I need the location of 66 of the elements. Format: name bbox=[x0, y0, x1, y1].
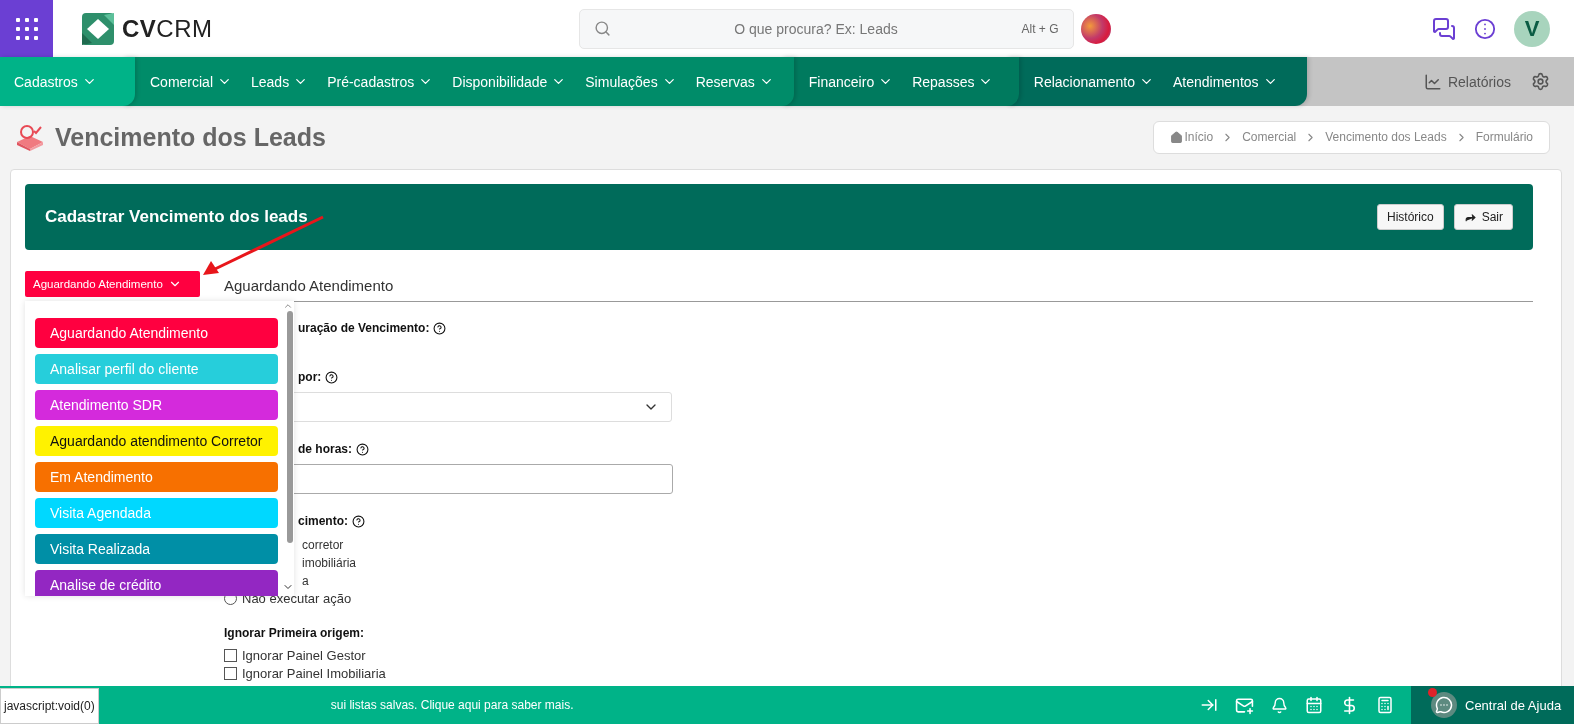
collapse-icon[interactable] bbox=[1200, 696, 1218, 714]
url-tooltip: javascript:void(0) bbox=[0, 688, 99, 724]
settings-icon[interactable] bbox=[1531, 72, 1550, 91]
status-option[interactable]: Visita Realizada bbox=[35, 534, 278, 564]
mail-icon[interactable] bbox=[1235, 695, 1254, 715]
status-option[interactable]: Atendimento SDR bbox=[35, 390, 278, 420]
field-label: por: bbox=[298, 370, 322, 384]
field-label: uração de Vencimento: bbox=[298, 321, 430, 335]
chart-icon bbox=[1423, 72, 1442, 91]
page-title: Vencimento dos Leads bbox=[55, 122, 326, 152]
calendar-icon[interactable] bbox=[1305, 696, 1323, 714]
breadcrumb-link[interactable]: Início bbox=[1169, 130, 1214, 144]
nav-item[interactable]: Relacionamento bbox=[1033, 73, 1154, 90]
option-label: a bbox=[302, 573, 310, 590]
nav-item[interactable]: Leads bbox=[251, 73, 309, 90]
checkbox-option[interactable]: Ignorar Painel Gestor bbox=[224, 647, 366, 663]
search-field[interactable]: O que procura? Ex: Leads Alt + G bbox=[578, 8, 1074, 49]
nav-item[interactable]: Simulações bbox=[585, 73, 677, 90]
scroll-up-icon[interactable] bbox=[283, 301, 293, 311]
history-button[interactable]: Histórico bbox=[1376, 204, 1444, 230]
logo-icon bbox=[82, 12, 114, 45]
nav-item[interactable]: Cadastros bbox=[14, 73, 97, 90]
nav-item[interactable]: Atendimentos bbox=[1172, 73, 1278, 90]
chat-icon[interactable] bbox=[1432, 16, 1456, 41]
logo-text: CVCRM bbox=[122, 14, 213, 43]
breadcrumb-link[interactable]: Comercial bbox=[1242, 130, 1297, 144]
breadcrumb-link[interactable]: Formulário bbox=[1475, 130, 1533, 144]
chat-bubble-icon bbox=[1431, 692, 1457, 718]
home-icon bbox=[1169, 130, 1183, 144]
field-label: cimento: bbox=[298, 514, 348, 528]
nav-item[interactable]: Reservas bbox=[695, 73, 774, 90]
shortcut-hint: Alt + G bbox=[1021, 21, 1059, 36]
status-option[interactable]: Analise de crédito bbox=[35, 570, 278, 596]
status-dropdown[interactable]: Aguardando Atendimento bbox=[25, 271, 200, 297]
calculator-icon[interactable] bbox=[1376, 696, 1394, 714]
field-label: Ignorar Primeira origem: bbox=[224, 626, 365, 640]
page-icon bbox=[15, 122, 45, 152]
option-label: corretor bbox=[302, 537, 345, 554]
search-input[interactable]: O que procura? Ex: Leads bbox=[610, 19, 1022, 38]
status-message[interactable]: sui listas salvas. Clique aqui para saber mais. bbox=[330, 698, 574, 712]
help-center-button[interactable]: Central de Ajuda bbox=[1411, 686, 1574, 724]
section-title: Aguardando Atendimento bbox=[224, 271, 1533, 302]
field-label: de horas: bbox=[298, 442, 352, 456]
gradient-orb-icon[interactable] bbox=[1080, 13, 1111, 44]
breadcrumb-link[interactable]: Vencimento dos Leads bbox=[1325, 130, 1447, 144]
search-icon bbox=[593, 20, 611, 37]
user-avatar[interactable]: V bbox=[1514, 10, 1550, 47]
nav-item[interactable]: Repasses bbox=[912, 73, 994, 90]
notification-dot bbox=[1428, 688, 1437, 697]
option-label: imobiliária bbox=[302, 555, 358, 572]
status-option[interactable]: Em Atendimento bbox=[35, 462, 278, 492]
nav-item[interactable]: Disponibilidade bbox=[452, 73, 567, 90]
form-title: Cadastrar Vencimento dos leads bbox=[45, 207, 308, 227]
reports-link[interactable]: Relatórios bbox=[1423, 72, 1511, 91]
nav-item[interactable]: Comercial bbox=[150, 73, 232, 90]
more-icon[interactable] bbox=[1474, 17, 1496, 40]
apps-button[interactable] bbox=[0, 0, 53, 57]
nav-item[interactable]: Pré-cadastros bbox=[327, 73, 434, 90]
nav-item[interactable]: Financeiro bbox=[808, 73, 894, 90]
scrollbar-thumb[interactable] bbox=[287, 311, 293, 543]
status-option[interactable]: Aguardando Atendimento bbox=[35, 318, 278, 348]
checkbox-option[interactable]: Ignorar Painel Imobiliaria bbox=[224, 665, 386, 681]
grid-icon bbox=[14, 16, 39, 41]
status-option[interactable]: Aguardando atendimento Corretor bbox=[35, 426, 278, 456]
exit-button[interactable]: Sair bbox=[1453, 204, 1513, 230]
bell-icon[interactable] bbox=[1271, 696, 1288, 714]
